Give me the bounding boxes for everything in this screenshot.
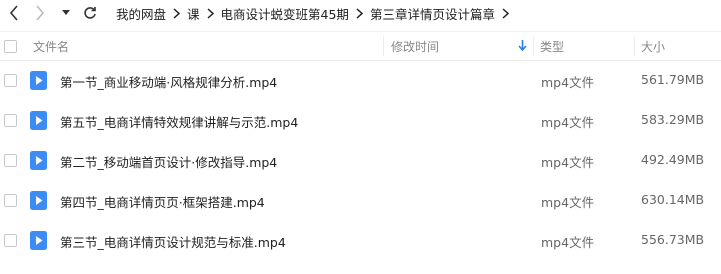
refresh-icon: [84, 7, 96, 19]
file-name[interactable]: 第一节_商业移动端·风格规律分析.mp4: [60, 72, 277, 91]
video-file-icon: [30, 71, 47, 90]
file-type: mp4文件: [541, 115, 595, 130]
history-dropdown-button[interactable]: [58, 2, 74, 24]
forward-button[interactable]: [30, 2, 50, 24]
column-divider[interactable]: [634, 36, 635, 56]
caret-down-icon: [62, 10, 70, 15]
file-name[interactable]: 第二节_移动端首页设计·修改指导.mp4: [60, 152, 277, 171]
file-size: 492.49MB: [641, 152, 705, 167]
table-header: 文件名 修改时间 类型 大小: [0, 31, 721, 61]
file-size: 556.73MB: [641, 232, 705, 247]
video-file-icon: [30, 231, 47, 250]
column-header-modified-label: 修改时间: [391, 39, 440, 54]
column-header-size[interactable]: 大小: [641, 32, 721, 60]
file-type: mp4文件: [541, 155, 595, 170]
file-size: 630.14MB: [641, 192, 705, 207]
select-all-checkbox[interactable]: [4, 32, 20, 60]
chevron-right-icon[interactable]: [499, 7, 512, 19]
row-checkbox[interactable]: [4, 234, 17, 247]
file-name[interactable]: 第五节_电商详情特效规律讲解与示范.mp4: [60, 112, 298, 131]
file-type: mp4文件: [541, 235, 595, 250]
file-type: mp4文件: [541, 75, 595, 90]
column-divider[interactable]: [383, 36, 384, 56]
arrow-down-icon[interactable]: [518, 40, 527, 54]
breadcrumb-item-class[interactable]: 电商设计蜕变班第45期: [217, 4, 353, 23]
column-header-name[interactable]: 文件名: [33, 32, 383, 60]
column-header-size-label: 大小: [641, 39, 666, 54]
toolbar: 我的网盘 课 电商设计蜕变班第45期 第三章详情页设计篇章: [0, 0, 721, 26]
video-file-icon: [30, 191, 47, 210]
refresh-button[interactable]: [80, 2, 100, 24]
chevron-right-icon: [353, 7, 366, 19]
column-header-type-label: 类型: [540, 39, 565, 54]
row-checkbox[interactable]: [4, 154, 17, 167]
table-row[interactable]: 第一节_商业移动端·风格规律分析.mp4 mp4文件 561.79MB: [0, 61, 721, 101]
file-name[interactable]: 第四节_电商详情页页·框架搭建.mp4: [60, 192, 265, 211]
chevron-right-icon: [170, 7, 183, 19]
table-row[interactable]: 第四节_电商详情页页·框架搭建.mp4 mp4文件 630.14MB: [0, 181, 721, 221]
column-header-name-label: 文件名: [33, 39, 70, 54]
breadcrumb-item-course[interactable]: 课: [183, 4, 204, 23]
back-button[interactable]: [4, 2, 24, 24]
row-checkbox[interactable]: [4, 114, 17, 127]
row-checkbox[interactable]: [4, 74, 17, 87]
chevron-right-icon: [36, 5, 45, 21]
table-row[interactable]: 第二节_移动端首页设计·修改指导.mp4 mp4文件 492.49MB: [0, 141, 721, 181]
chevron-right-icon: [204, 7, 217, 19]
breadcrumb: 我的网盘 课 电商设计蜕变班第45期 第三章详情页设计篇章: [112, 0, 512, 26]
video-file-icon: [30, 111, 47, 130]
table-row[interactable]: 第五节_电商详情特效规律讲解与示范.mp4 mp4文件 583.29MB: [0, 101, 721, 141]
column-header-type[interactable]: 类型: [540, 32, 635, 60]
row-checkbox[interactable]: [4, 194, 17, 207]
video-file-icon: [30, 151, 47, 170]
file-size: 583.29MB: [641, 112, 705, 127]
column-header-modified[interactable]: 修改时间: [391, 32, 531, 60]
breadcrumb-item-my-drive[interactable]: 我的网盘: [112, 4, 170, 23]
file-name[interactable]: 第三节_电商详情页设计规范与标准.mp4: [60, 232, 286, 251]
file-type: mp4文件: [541, 195, 595, 210]
chevron-left-icon: [9, 5, 18, 21]
file-size: 561.79MB: [641, 72, 705, 87]
table-row[interactable]: 第三节_电商详情页设计规范与标准.mp4 mp4文件 556.73MB: [0, 221, 721, 261]
column-divider[interactable]: [533, 36, 534, 56]
breadcrumb-item-chapter[interactable]: 第三章详情页设计篇章: [366, 4, 499, 23]
